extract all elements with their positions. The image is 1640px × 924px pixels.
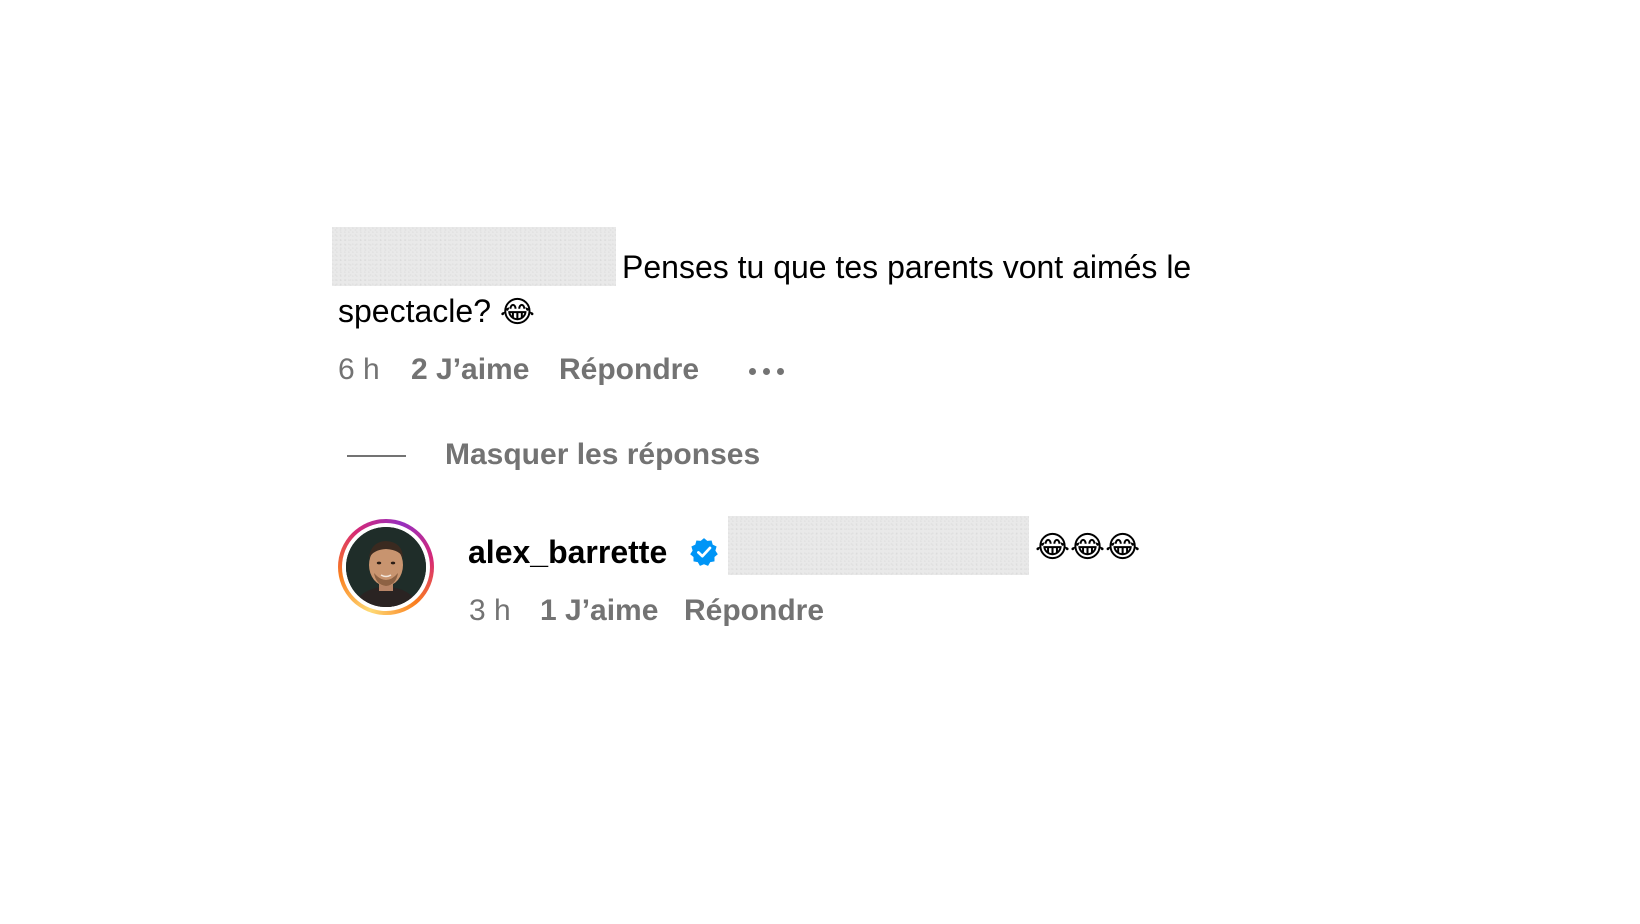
comment-text-line-1: Penses tu que tes parents vont aimés le bbox=[622, 249, 1192, 285]
reply-username[interactable]: alex_barrette bbox=[468, 532, 667, 572]
ellipsis-icon-dot-3 bbox=[777, 367, 784, 375]
replies-divider-line bbox=[347, 455, 406, 457]
comment-time: 6 h bbox=[338, 353, 380, 386]
avatar bbox=[346, 527, 426, 607]
laughing-emoji: 😂 bbox=[499, 295, 535, 330]
comment-text-line-2: spectacle? 😂 bbox=[338, 289, 535, 333]
comment-text-line-2-text: spectacle? bbox=[338, 293, 491, 329]
reply-time: 3 h bbox=[469, 594, 511, 627]
hide-replies-button[interactable]: Masquer les réponses bbox=[445, 437, 760, 473]
redacted-reply-text bbox=[728, 516, 1029, 575]
reply-reply-button[interactable]: Répondre bbox=[684, 593, 824, 629]
avatar-portrait-icon bbox=[346, 527, 426, 607]
story-ring[interactable] bbox=[338, 519, 434, 615]
reply-laughing-emojis: 😂😂😂 bbox=[1035, 530, 1141, 565]
more-options-button[interactable] bbox=[749, 367, 784, 375]
reply-like-count[interactable]: 1 J’aime bbox=[540, 593, 658, 629]
redacted-username bbox=[332, 227, 616, 286]
comment-reply-button[interactable]: Répondre bbox=[559, 352, 699, 388]
comment-like-count[interactable]: 2 J’aime bbox=[411, 352, 529, 388]
avatar-gap bbox=[342, 523, 430, 611]
verified-badge-icon bbox=[690, 538, 718, 566]
ellipsis-icon-dot-2 bbox=[763, 367, 770, 375]
ellipsis-icon bbox=[749, 367, 756, 375]
